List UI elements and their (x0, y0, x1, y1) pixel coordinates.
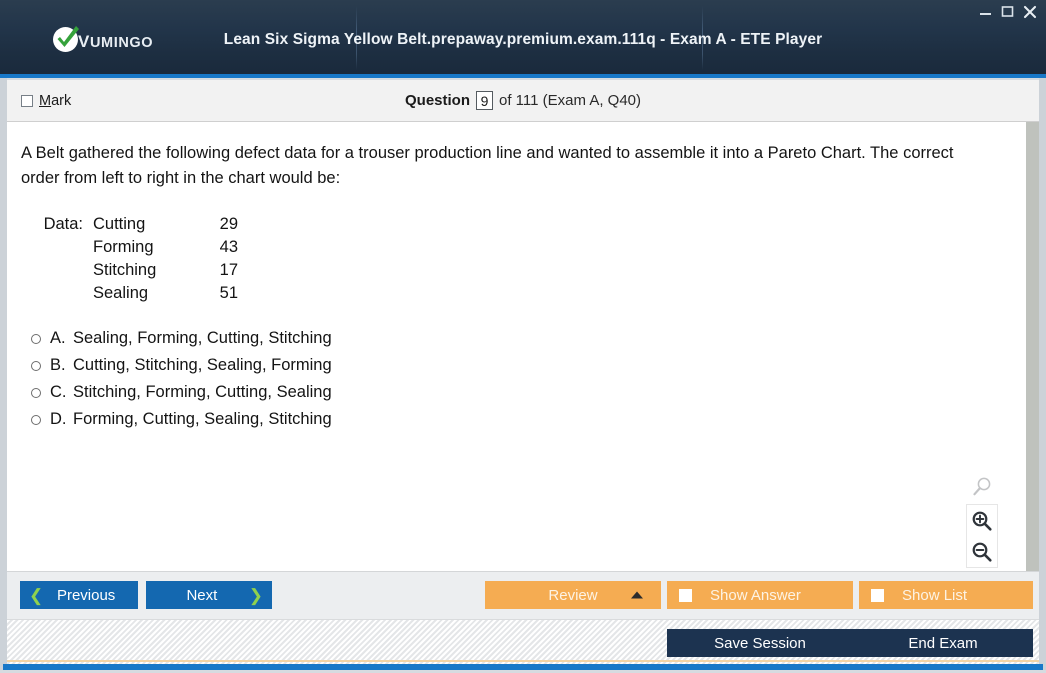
table-row: Forming 43 (21, 236, 1004, 259)
question-content-pane: A Belt gathered the following defect dat… (7, 122, 1039, 571)
content-scrollbar[interactable] (1026, 122, 1039, 571)
chevron-left-icon: ❮ (29, 585, 44, 605)
bottom-accent-bar (3, 664, 1043, 670)
option-letter: C. (50, 383, 67, 401)
option-b[interactable]: B. Cutting, Stitching, Sealing, Forming (21, 352, 1004, 379)
close-icon[interactable] (1022, 4, 1037, 19)
show-list-label: Show List (902, 586, 968, 604)
option-d[interactable]: D. Forming, Cutting, Sealing, Stitching (21, 406, 1004, 433)
checkbox-icon[interactable] (679, 588, 692, 602)
option-text: Stitching, Forming, Cutting, Sealing (73, 383, 332, 401)
next-button[interactable]: Next ❯ (146, 581, 272, 609)
table-row: Data: Cutting 29 (21, 213, 1004, 236)
question-info-bar: Mark Question 9 of 111 (Exam A, Q40) (7, 80, 1039, 122)
question-word: Question (404, 92, 470, 109)
option-letter: A. (50, 329, 66, 347)
question-counter: Question 9 of 111 (Exam A, Q40) (7, 91, 1039, 110)
review-button[interactable]: Review (485, 581, 661, 609)
review-button-label: Review (548, 586, 598, 604)
option-letter: B. (50, 356, 66, 374)
table-row: Stitching 17 (21, 259, 1004, 282)
show-list-button[interactable]: Show List (859, 581, 1033, 609)
minimize-icon[interactable] (978, 4, 993, 19)
previous-button[interactable]: ❮ Previous (20, 581, 138, 609)
title-bar: VUMINGO Lean Six Sigma Yellow Belt.prepa… (0, 0, 1046, 74)
window-frame-left (0, 78, 7, 670)
save-session-button[interactable]: Save Session (667, 629, 853, 657)
window-controls (978, 4, 1037, 19)
option-text: Cutting, Stitching, Sealing, Forming (73, 356, 332, 374)
status-bar-accent-rule (7, 660, 1039, 662)
previous-button-label: Previous (56, 586, 116, 604)
defect-name: Stitching (93, 261, 157, 279)
option-text: Sealing, Forming, Cutting, Stitching (73, 329, 332, 347)
data-label-spacer (21, 282, 93, 305)
radio-icon[interactable] (31, 387, 41, 398)
question-content-inner: A Belt gathered the following defect dat… (7, 122, 1026, 571)
defect-name: Cutting (93, 215, 146, 233)
answer-options: A. Sealing, Forming, Cutting, Stitching … (21, 325, 1004, 433)
defect-count: 29 (219, 215, 238, 233)
zoom-in-icon[interactable] (967, 505, 997, 536)
question-number-input[interactable]: 9 (476, 91, 493, 110)
window-title: Lean Six Sigma Yellow Belt.prepaway.prem… (223, 31, 823, 48)
end-exam-button[interactable]: End Exam (853, 629, 1033, 657)
chevron-up-icon (631, 591, 643, 599)
action-bar: ❮ Previous Next ❯ Review Show Answer Sho… (7, 571, 1039, 619)
defect-data-table: Data: Cutting 29 Forming 43 Stitching 17… (21, 213, 1004, 305)
window-frame-right (1039, 78, 1046, 670)
defect-name: Sealing (93, 284, 149, 302)
magnifier-icon[interactable] (967, 472, 997, 502)
show-answer-label: Show Answer (710, 586, 801, 604)
option-letter: D. (50, 410, 67, 428)
chevron-right-icon: ❯ (248, 585, 263, 605)
option-c[interactable]: C. Stitching, Forming, Cutting, Sealing (21, 379, 1004, 406)
radio-icon[interactable] (31, 333, 41, 344)
radio-icon[interactable] (31, 360, 41, 371)
zoom-out-icon[interactable] (967, 536, 997, 567)
radio-icon[interactable] (31, 414, 41, 425)
zoom-button-group (966, 504, 998, 568)
data-label-spacer (21, 236, 93, 259)
defect-count: 43 (219, 238, 238, 256)
defect-count: 51 (219, 284, 238, 302)
option-text: Forming, Cutting, Sealing, Stitching (73, 410, 332, 428)
maximize-icon[interactable] (1000, 4, 1015, 19)
question-counter-rest: of 111 (Exam A, Q40) (499, 92, 642, 109)
show-answer-button[interactable]: Show Answer (667, 581, 853, 609)
table-row: Sealing 51 (21, 282, 1004, 305)
header-accent-rule (0, 74, 1046, 78)
option-a[interactable]: A. Sealing, Forming, Cutting, Stitching (21, 325, 1004, 352)
data-label-spacer (21, 259, 93, 282)
data-label: Data: (43, 215, 83, 233)
ete-player-window: VUMINGO Lean Six Sigma Yellow Belt.prepa… (0, 0, 1046, 673)
question-text: A Belt gathered the following defect dat… (21, 144, 954, 187)
defect-name: Forming (93, 238, 154, 256)
status-bar: Save Session End Exam (7, 619, 1039, 666)
next-button-label: Next (186, 586, 218, 604)
checkbox-icon[interactable] (871, 588, 884, 602)
zoom-tools (966, 472, 998, 568)
defect-count: 17 (219, 261, 238, 279)
